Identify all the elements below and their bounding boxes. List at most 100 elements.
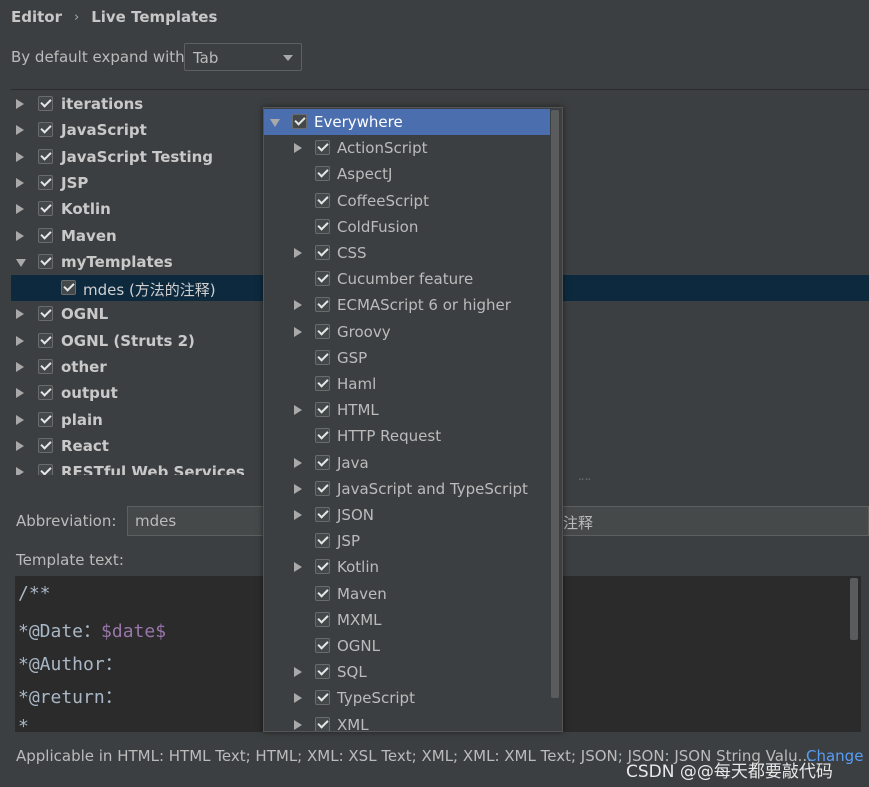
checkbox[interactable] (38, 174, 53, 190)
expand-right-icon[interactable] (294, 405, 302, 416)
checkbox[interactable] (315, 559, 330, 575)
checkbox[interactable] (315, 349, 330, 365)
expand-right-icon[interactable] (294, 326, 302, 337)
expand-right-icon[interactable] (16, 309, 24, 320)
expand-right-icon[interactable] (294, 143, 302, 154)
checkbox[interactable] (315, 271, 330, 287)
expand-right-icon[interactable] (294, 510, 302, 520)
checkbox[interactable] (292, 114, 307, 129)
checkbox[interactable] (38, 227, 53, 243)
checkbox[interactable] (38, 437, 53, 453)
expand-right-icon[interactable] (16, 467, 24, 475)
splitter-handle[interactable]: ⠒⠒ (578, 476, 594, 486)
expand-right-icon[interactable] (294, 562, 302, 573)
expand-down-icon[interactable] (16, 258, 26, 267)
checkbox[interactable] (38, 253, 53, 269)
checkbox[interactable] (38, 385, 53, 401)
checkbox[interactable] (38, 96, 53, 111)
expand-down-icon[interactable] (270, 119, 280, 127)
expand-right-icon[interactable] (294, 300, 302, 311)
checkbox[interactable] (315, 585, 330, 601)
context-item[interactable]: HTTP Request (264, 423, 550, 449)
context-item[interactable]: GSP (264, 345, 550, 371)
context-item[interactable]: MXML (264, 607, 550, 633)
context-item[interactable]: Kotlin (264, 554, 550, 580)
expand-right-icon[interactable] (16, 388, 24, 399)
checkbox[interactable] (315, 297, 330, 313)
context-popup[interactable]: Everywhere ActionScript AspectJ CoffeeScrip… (263, 107, 563, 732)
checkbox[interactable] (38, 359, 53, 374)
context-item[interactable]: XML (264, 712, 550, 731)
checkbox[interactable] (315, 218, 330, 234)
context-item[interactable]: JSP (264, 528, 550, 554)
checkbox[interactable] (315, 192, 330, 208)
checkbox[interactable] (315, 166, 330, 182)
context-item[interactable]: Groovy (264, 319, 550, 345)
popup-scrollbar[interactable] (551, 110, 559, 698)
expand-right-icon[interactable] (16, 151, 24, 162)
context-item[interactable]: Cucumber feature (264, 266, 550, 292)
expand-right-icon[interactable] (294, 248, 302, 258)
context-item[interactable]: CoffeeScript (264, 188, 550, 214)
checkbox[interactable] (315, 454, 330, 470)
expand-right-icon[interactable] (294, 693, 302, 704)
checkbox[interactable] (315, 140, 330, 156)
checkbox[interactable] (38, 411, 53, 427)
checkbox[interactable] (315, 533, 330, 549)
context-item[interactable]: ActionScript (264, 135, 550, 161)
context-item[interactable]: CSS (264, 240, 550, 266)
context-item[interactable]: Everywhere (264, 109, 550, 135)
checkbox[interactable] (38, 332, 53, 348)
expand-right-icon[interactable] (16, 204, 24, 215)
editor-scrollbar[interactable] (850, 578, 858, 640)
checkbox[interactable] (38, 148, 53, 164)
context-item[interactable]: AspectJ (264, 161, 550, 187)
expand-right-icon[interactable] (16, 230, 24, 241)
expand-with-select[interactable]: Tab (184, 43, 302, 71)
checkbox[interactable] (38, 122, 53, 138)
context-item[interactable]: ECMAScript 6 or higher (264, 292, 550, 318)
context-item[interactable]: Haml (264, 371, 550, 397)
context-item[interactable]: OGNL (264, 633, 550, 659)
expand-right-icon[interactable] (294, 457, 302, 468)
checkbox[interactable] (315, 428, 330, 444)
context-item[interactable]: SQL (264, 659, 550, 685)
checkbox[interactable] (315, 664, 330, 680)
breadcrumb-parent[interactable]: Editor (11, 8, 62, 26)
checkbox[interactable] (315, 323, 330, 339)
expand-right-icon[interactable] (16, 99, 24, 109)
context-item[interactable]: TypeScript (264, 685, 550, 711)
expand-right-icon[interactable] (16, 335, 24, 346)
expand-right-icon[interactable] (294, 667, 302, 678)
checkbox[interactable] (38, 201, 53, 217)
checkbox[interactable] (61, 280, 76, 296)
checkbox[interactable] (315, 638, 330, 653)
template-text-label: Template text: (16, 551, 124, 569)
checkbox[interactable] (38, 464, 53, 475)
context-item[interactable]: JavaScript and TypeScript (264, 476, 550, 502)
expand-right-icon[interactable] (16, 414, 24, 425)
checkbox[interactable] (315, 480, 330, 496)
checkbox[interactable] (315, 611, 330, 627)
checkbox[interactable] (315, 507, 330, 522)
expand-right-icon[interactable] (294, 719, 302, 730)
context-item[interactable]: ColdFusion (264, 214, 550, 240)
context-item[interactable]: Java (264, 450, 550, 476)
checkbox[interactable] (315, 402, 330, 418)
context-item[interactable]: JSON (264, 502, 550, 528)
expand-right-icon[interactable] (16, 362, 24, 372)
checkbox[interactable] (38, 306, 53, 322)
checkbox[interactable] (315, 690, 330, 706)
description-input-text[interactable]: 注释 (563, 512, 593, 533)
expand-right-icon[interactable] (16, 125, 24, 136)
checkbox[interactable] (315, 376, 330, 391)
checkbox[interactable] (315, 716, 330, 731)
breadcrumb-current: Live Templates (91, 8, 218, 26)
checkbox[interactable] (315, 245, 330, 260)
expand-right-icon[interactable] (16, 440, 24, 451)
expand-right-icon[interactable] (16, 177, 24, 188)
context-item[interactable]: HTML (264, 397, 550, 423)
expand-right-icon[interactable] (294, 483, 302, 494)
checkmark-icon (317, 297, 329, 310)
context-item[interactable]: Maven (264, 581, 550, 607)
